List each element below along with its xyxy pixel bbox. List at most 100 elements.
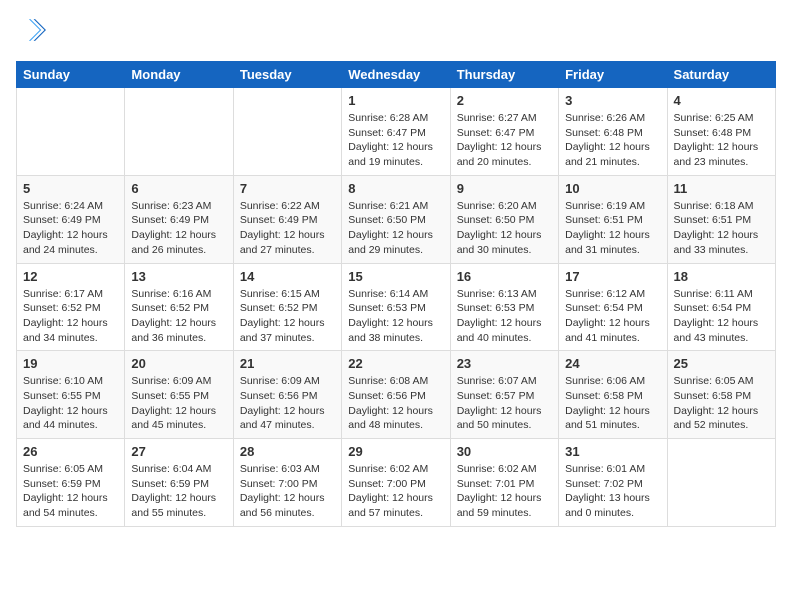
day-info: Sunrise: 6:05 AM Sunset: 6:58 PM Dayligh… xyxy=(674,374,769,433)
day-info: Sunrise: 6:05 AM Sunset: 6:59 PM Dayligh… xyxy=(23,462,118,521)
weekday-header-cell: Sunday xyxy=(17,62,125,88)
day-number: 15 xyxy=(348,269,443,284)
calendar-day-cell: 24 Sunrise: 6:06 AM Sunset: 6:58 PM Dayli… xyxy=(559,351,667,439)
weekday-header-cell: Saturday xyxy=(667,62,775,88)
day-info: Sunrise: 6:16 AM Sunset: 6:52 PM Dayligh… xyxy=(131,287,226,346)
calendar-day-cell xyxy=(233,88,341,176)
calendar-day-cell: 26 Sunrise: 6:05 AM Sunset: 6:59 PM Dayli… xyxy=(17,439,125,527)
day-number: 31 xyxy=(565,444,660,459)
day-info: Sunrise: 6:19 AM Sunset: 6:51 PM Dayligh… xyxy=(565,199,660,258)
day-info: Sunrise: 6:11 AM Sunset: 6:54 PM Dayligh… xyxy=(674,287,769,346)
day-info: Sunrise: 6:09 AM Sunset: 6:56 PM Dayligh… xyxy=(240,374,335,433)
calendar-week-row: 19 Sunrise: 6:10 AM Sunset: 6:55 PM Dayli… xyxy=(17,351,776,439)
day-number: 26 xyxy=(23,444,118,459)
calendar-body: 1 Sunrise: 6:28 AM Sunset: 6:47 PM Daylig… xyxy=(17,88,776,527)
calendar-day-cell: 30 Sunrise: 6:02 AM Sunset: 7:01 PM Dayli… xyxy=(450,439,558,527)
day-number: 23 xyxy=(457,356,552,371)
calendar-day-cell: 23 Sunrise: 6:07 AM Sunset: 6:57 PM Dayli… xyxy=(450,351,558,439)
weekday-header-cell: Tuesday xyxy=(233,62,341,88)
day-info: Sunrise: 6:28 AM Sunset: 6:47 PM Dayligh… xyxy=(348,111,443,170)
calendar-day-cell xyxy=(667,439,775,527)
day-number: 12 xyxy=(23,269,118,284)
day-number: 27 xyxy=(131,444,226,459)
day-info: Sunrise: 6:27 AM Sunset: 6:47 PM Dayligh… xyxy=(457,111,552,170)
calendar-day-cell xyxy=(125,88,233,176)
calendar-day-cell xyxy=(17,88,125,176)
calendar-day-cell: 15 Sunrise: 6:14 AM Sunset: 6:53 PM Dayli… xyxy=(342,263,450,351)
day-number: 4 xyxy=(674,93,769,108)
calendar-day-cell: 18 Sunrise: 6:11 AM Sunset: 6:54 PM Dayli… xyxy=(667,263,775,351)
day-info: Sunrise: 6:06 AM Sunset: 6:58 PM Dayligh… xyxy=(565,374,660,433)
day-info: Sunrise: 6:04 AM Sunset: 6:59 PM Dayligh… xyxy=(131,462,226,521)
calendar-day-cell: 31 Sunrise: 6:01 AM Sunset: 7:02 PM Dayli… xyxy=(559,439,667,527)
calendar-week-row: 1 Sunrise: 6:28 AM Sunset: 6:47 PM Daylig… xyxy=(17,88,776,176)
day-info: Sunrise: 6:10 AM Sunset: 6:55 PM Dayligh… xyxy=(23,374,118,433)
day-number: 28 xyxy=(240,444,335,459)
day-number: 2 xyxy=(457,93,552,108)
weekday-header-cell: Thursday xyxy=(450,62,558,88)
weekday-header-cell: Friday xyxy=(559,62,667,88)
calendar-day-cell: 14 Sunrise: 6:15 AM Sunset: 6:52 PM Dayli… xyxy=(233,263,341,351)
calendar-table: SundayMondayTuesdayWednesdayThursdayFrid… xyxy=(16,61,776,527)
day-info: Sunrise: 6:09 AM Sunset: 6:55 PM Dayligh… xyxy=(131,374,226,433)
day-number: 21 xyxy=(240,356,335,371)
day-info: Sunrise: 6:18 AM Sunset: 6:51 PM Dayligh… xyxy=(674,199,769,258)
logo xyxy=(16,16,46,49)
day-info: Sunrise: 6:02 AM Sunset: 7:01 PM Dayligh… xyxy=(457,462,552,521)
page-header xyxy=(16,16,776,49)
calendar-day-cell: 16Sunrise: 6:13 AM Sunset: 6:53 PM Dayli… xyxy=(450,263,558,351)
calendar-day-cell: 25 Sunrise: 6:05 AM Sunset: 6:58 PM Dayli… xyxy=(667,351,775,439)
calendar-day-cell: 1 Sunrise: 6:28 AM Sunset: 6:47 PM Daylig… xyxy=(342,88,450,176)
day-info: Sunrise: 6:07 AM Sunset: 6:57 PM Dayligh… xyxy=(457,374,552,433)
day-number: 13 xyxy=(131,269,226,284)
calendar-day-cell: 3 Sunrise: 6:26 AM Sunset: 6:48 PM Daylig… xyxy=(559,88,667,176)
day-number: 1 xyxy=(348,93,443,108)
day-number: 17 xyxy=(565,269,660,284)
calendar-day-cell: 8 Sunrise: 6:21 AM Sunset: 6:50 PM Daylig… xyxy=(342,175,450,263)
day-info: Sunrise: 6:26 AM Sunset: 6:48 PM Dayligh… xyxy=(565,111,660,170)
calendar-day-cell: 7 Sunrise: 6:22 AM Sunset: 6:49 PM Daylig… xyxy=(233,175,341,263)
day-number: 29 xyxy=(348,444,443,459)
day-info: Sunrise: 6:03 AM Sunset: 7:00 PM Dayligh… xyxy=(240,462,335,521)
weekday-header-cell: Wednesday xyxy=(342,62,450,88)
day-info: Sunrise: 6:08 AM Sunset: 6:56 PM Dayligh… xyxy=(348,374,443,433)
day-number: 5 xyxy=(23,181,118,196)
day-info: Sunrise: 6:15 AM Sunset: 6:52 PM Dayligh… xyxy=(240,287,335,346)
day-number: 10 xyxy=(565,181,660,196)
day-number: 8 xyxy=(348,181,443,196)
day-number: 22 xyxy=(348,356,443,371)
calendar-day-cell: 27 Sunrise: 6:04 AM Sunset: 6:59 PM Dayli… xyxy=(125,439,233,527)
day-info: Sunrise: 6:17 AM Sunset: 6:52 PM Dayligh… xyxy=(23,287,118,346)
day-info: Sunrise: 6:12 AM Sunset: 6:54 PM Dayligh… xyxy=(565,287,660,346)
day-number: 25 xyxy=(674,356,769,371)
day-number: 18 xyxy=(674,269,769,284)
day-number: 30 xyxy=(457,444,552,459)
calendar-week-row: 26 Sunrise: 6:05 AM Sunset: 6:59 PM Dayli… xyxy=(17,439,776,527)
logo-icon xyxy=(18,16,46,44)
calendar-day-cell: 4Sunrise: 6:25 AM Sunset: 6:48 PM Daylig… xyxy=(667,88,775,176)
day-number: 19 xyxy=(23,356,118,371)
calendar-day-cell: 2 Sunrise: 6:27 AM Sunset: 6:47 PM Daylig… xyxy=(450,88,558,176)
day-number: 20 xyxy=(131,356,226,371)
calendar-week-row: 5 Sunrise: 6:24 AM Sunset: 6:49 PM Daylig… xyxy=(17,175,776,263)
day-info: Sunrise: 6:01 AM Sunset: 7:02 PM Dayligh… xyxy=(565,462,660,521)
calendar-day-cell: 22 Sunrise: 6:08 AM Sunset: 6:56 PM Dayli… xyxy=(342,351,450,439)
calendar-day-cell: 29 Sunrise: 6:02 AM Sunset: 7:00 PM Dayli… xyxy=(342,439,450,527)
calendar-day-cell: 13 Sunrise: 6:16 AM Sunset: 6:52 PM Dayli… xyxy=(125,263,233,351)
day-info: Sunrise: 6:14 AM Sunset: 6:53 PM Dayligh… xyxy=(348,287,443,346)
day-info: Sunrise: 6:02 AM Sunset: 7:00 PM Dayligh… xyxy=(348,462,443,521)
calendar-day-cell: 11Sunrise: 6:18 AM Sunset: 6:51 PM Dayli… xyxy=(667,175,775,263)
day-info: Sunrise: 6:22 AM Sunset: 6:49 PM Dayligh… xyxy=(240,199,335,258)
day-number: 7 xyxy=(240,181,335,196)
day-info: Sunrise: 6:21 AM Sunset: 6:50 PM Dayligh… xyxy=(348,199,443,258)
calendar-day-cell: 28 Sunrise: 6:03 AM Sunset: 7:00 PM Dayli… xyxy=(233,439,341,527)
calendar-day-cell: 17 Sunrise: 6:12 AM Sunset: 6:54 PM Dayli… xyxy=(559,263,667,351)
day-info: Sunrise: 6:24 AM Sunset: 6:49 PM Dayligh… xyxy=(23,199,118,258)
weekday-header-cell: Monday xyxy=(125,62,233,88)
day-info: Sunrise: 6:20 AM Sunset: 6:50 PM Dayligh… xyxy=(457,199,552,258)
day-number: 14 xyxy=(240,269,335,284)
day-number: 3 xyxy=(565,93,660,108)
day-number: 24 xyxy=(565,356,660,371)
day-number: 9 xyxy=(457,181,552,196)
day-info: Sunrise: 6:23 AM Sunset: 6:49 PM Dayligh… xyxy=(131,199,226,258)
